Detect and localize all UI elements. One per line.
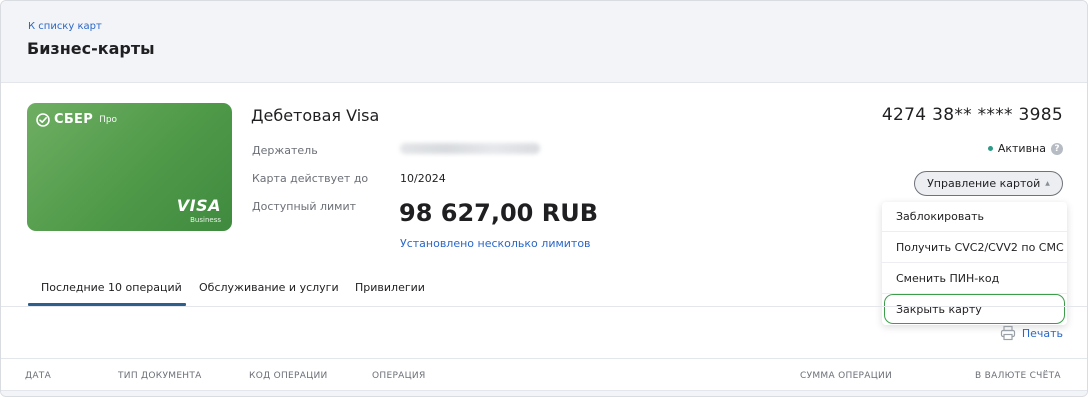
caret-up-icon: ▲ — [1045, 180, 1050, 187]
tab-last-operations[interactable]: Последние 10 операций — [41, 281, 182, 294]
column-header-amount: СУММА ОПЕРАЦИИ — [800, 371, 893, 381]
limits-link[interactable]: Установлено несколько лимитов — [400, 237, 591, 250]
card-number: 4274 38** **** 3985 — [881, 105, 1063, 125]
valid-until-value: 10/2024 — [400, 172, 446, 185]
sber-check-icon — [36, 112, 50, 127]
status-dot-icon — [987, 146, 993, 151]
printer-icon — [1000, 325, 1015, 341]
print-button[interactable]: Печать — [1000, 325, 1063, 341]
column-header-operation: ОПЕРАЦИЯ — [372, 371, 426, 381]
table-body-edge — [1, 390, 1087, 396]
card-type: Дебетовая Visa — [251, 106, 380, 125]
column-header-account-currency: В ВАЛЮТЕ СЧЁТА — [975, 371, 1061, 381]
page-frame: К списку карт Бизнес-карты СБЕР Про VISA… — [0, 0, 1088, 397]
status-text: Активна — [997, 142, 1046, 155]
column-header-doc-type: ТИП ДОКУМЕНТА — [118, 371, 202, 381]
visa-business-label: Business — [190, 216, 221, 224]
tabs-divider — [1, 306, 1087, 307]
manage-card-label: Управление картой — [927, 177, 1041, 190]
bank-name: СБЕР — [54, 112, 94, 127]
print-label: Печать — [1021, 326, 1063, 340]
manage-card-button[interactable]: Управление картой ▲ — [914, 171, 1063, 196]
visa-logo: VISA — [176, 196, 221, 215]
back-to-cards-link[interactable]: К списку карт — [28, 21, 102, 32]
valid-until-label: Карта действует до — [252, 172, 369, 185]
menu-item-close-card[interactable]: Закрыть карту — [884, 294, 1065, 324]
page-header: К списку карт Бизнес-карты — [1, 1, 1087, 83]
available-limit-label: Доступный лимит — [252, 200, 357, 213]
holder-label: Держатель — [252, 144, 318, 157]
column-header-op-code: КОД ОПЕРАЦИИ — [249, 371, 328, 381]
tab-services[interactable]: Обслуживание и услуги — [199, 281, 339, 294]
card-status: Активна ? — [987, 142, 1063, 155]
menu-item-block[interactable]: Заблокировать — [882, 202, 1067, 232]
help-icon[interactable]: ? — [1051, 142, 1063, 155]
tab-privileges[interactable]: Привилегии — [355, 281, 425, 294]
bank-suffix: Про — [99, 114, 118, 125]
available-limit-value: 98 627,00 RUB — [399, 199, 598, 227]
menu-item-get-cvc[interactable]: Получить CVC2/CVV2 по СМС — [882, 233, 1067, 263]
menu-item-change-pin[interactable]: Сменить ПИН-код — [882, 264, 1067, 294]
table-divider — [1, 358, 1087, 359]
page-title: Бизнес-карты — [27, 39, 155, 58]
card-image: СБЕР Про VISA Business — [27, 103, 232, 231]
holder-name-blurred — [400, 143, 540, 154]
bank-logo: СБЕР Про — [36, 112, 117, 127]
column-header-date: ДАТА — [25, 371, 52, 381]
